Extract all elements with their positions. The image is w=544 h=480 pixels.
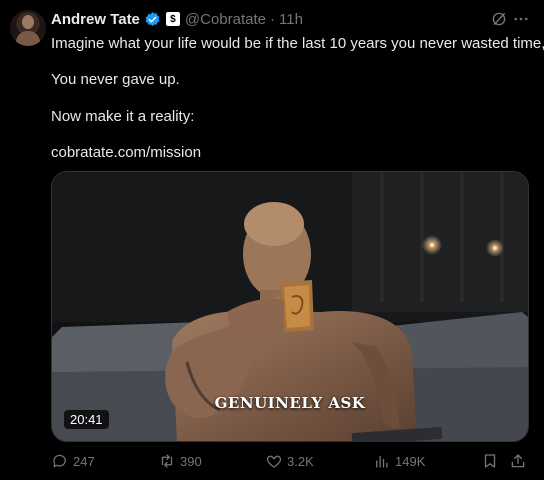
like-button[interactable]: 3.2K (265, 452, 314, 470)
avatar[interactable] (10, 10, 46, 46)
author-name[interactable]: Andrew Tate (51, 11, 140, 28)
video-player[interactable]: GENUINELY ASK 20:41 (51, 171, 529, 442)
affiliate-badge-text: $ (170, 13, 176, 25)
more-icon[interactable] (512, 10, 530, 28)
author-handle[interactable]: @Cobratate (185, 11, 266, 28)
post-line-3: Now make it a reality: (51, 108, 195, 125)
repost-count: 390 (180, 453, 202, 469)
video-caption: GENUINELY ASK (214, 394, 366, 412)
verified-icon (145, 11, 160, 26)
reply-count: 247 (73, 453, 95, 469)
bookmark-icon (484, 454, 496, 468)
separator-dot: · (270, 10, 276, 28)
like-icon (266, 455, 282, 468)
post-line-2: You never gave up. (51, 71, 180, 88)
repost-button[interactable]: 390 (158, 452, 202, 470)
share-icon (511, 454, 525, 468)
post-line-1: Imagine what your life would be if the l… (51, 35, 544, 52)
post-time[interactable]: 11h (279, 11, 303, 28)
post-link[interactable]: cobratate.com/mission (51, 143, 201, 163)
post-header: Andrew Tate $ @Cobratate · 11h (51, 9, 528, 29)
affiliate-badge-icon[interactable]: $ (165, 12, 180, 26)
bookmark-button[interactable] (481, 452, 503, 470)
like-count: 3.2K (287, 453, 314, 469)
reply-button[interactable]: 247 (51, 452, 95, 470)
grok-icon[interactable] (490, 10, 508, 28)
views-button[interactable]: 149K (373, 452, 425, 470)
share-button[interactable] (509, 452, 531, 470)
video-duration: 20:41 (64, 410, 109, 429)
reply-icon (53, 454, 66, 468)
repost-icon (161, 454, 173, 468)
views-count: 149K (395, 453, 426, 469)
views-icon (376, 455, 388, 468)
action-bar: 247 390 3.2K 149K (51, 452, 527, 472)
